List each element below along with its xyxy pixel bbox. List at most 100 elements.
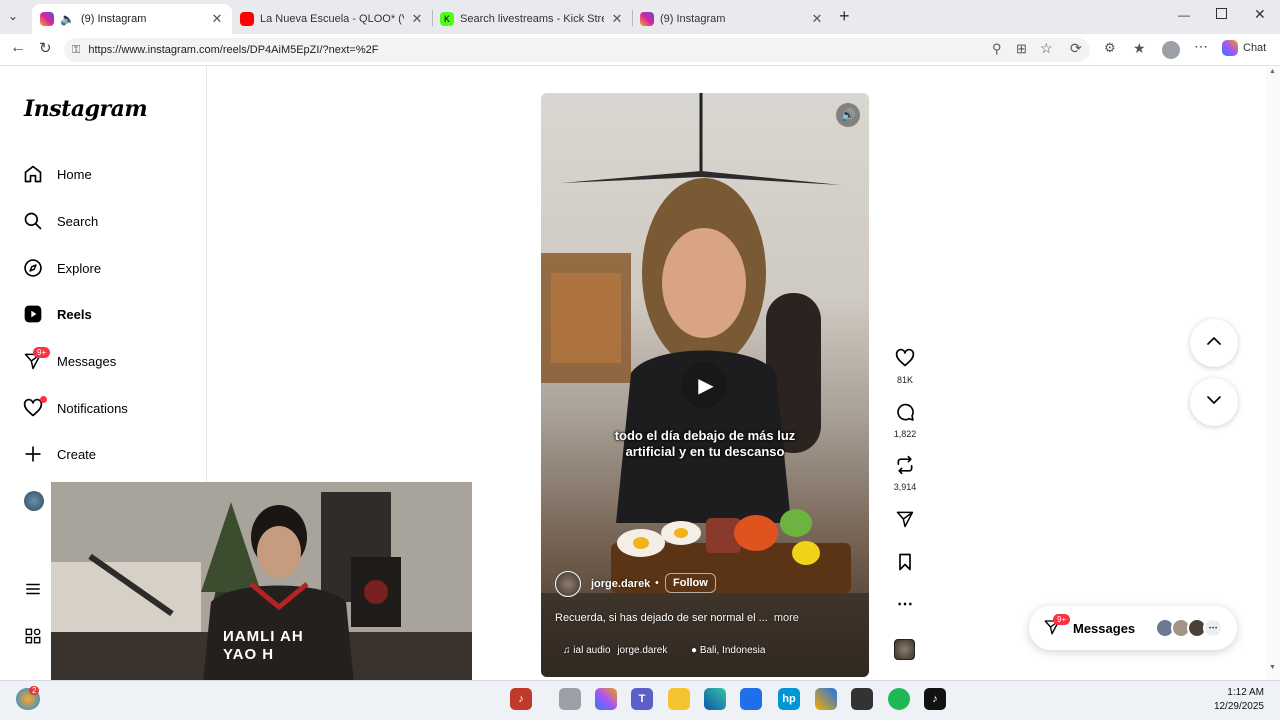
nav-item-home[interactable]: Home (22, 158, 92, 190)
copilot-icon[interactable] (595, 688, 617, 710)
location-pin-icon: ● (691, 645, 698, 656)
nav-item-explore[interactable]: Explore (22, 252, 101, 284)
edge-browser-icon[interactable] (704, 688, 726, 710)
tab-actions-chevron-icon[interactable]: ⌄ (8, 9, 18, 23)
system-clock[interactable]: 1:12 AM 12/29/2025 (1214, 686, 1264, 714)
minimize-button[interactable]: — (1178, 8, 1190, 22)
close-icon[interactable]: ✕ (210, 11, 224, 27)
repost-action[interactable]: 3,914 (890, 455, 920, 492)
copilot-chat-button[interactable]: Chat (1222, 40, 1266, 56)
nav-label: Reels (57, 306, 92, 322)
description-text: Recuerda, si has dejado de ser normal el… (555, 612, 768, 624)
chevron-down-icon (1205, 391, 1223, 414)
more-options-icon[interactable]: ⋯ (890, 594, 920, 614)
scroll-up-arrow-icon[interactable]: ▲ (1269, 68, 1276, 75)
clock-date: 12/29/2025 (1213, 701, 1264, 712)
app-icon-music[interactable]: ♪ (510, 688, 532, 710)
messages-drawer-button[interactable]: Messages ⋯ (1029, 606, 1237, 650)
repost-icon (895, 455, 915, 479)
video-caption-line-2: artificial y en tu descanso (625, 444, 785, 459)
instagram-icon (40, 12, 54, 26)
tab-label: (9) Instagram (660, 13, 726, 25)
page-scrollbar[interactable]: ▲ ▼ (1266, 66, 1280, 680)
tiktok-icon[interactable]: ♪ (924, 688, 946, 710)
scroll-down-arrow-icon[interactable]: ▼ (1269, 664, 1276, 671)
more-menu-icon[interactable]: ⋯ (1194, 38, 1208, 55)
nav-item-reels[interactable]: Reels (22, 298, 92, 330)
comment-count: 1,822 (893, 429, 917, 439)
follow-button[interactable]: Follow (665, 573, 716, 593)
close-window-button[interactable]: ✕ (1254, 6, 1266, 23)
play-icon: ▶ (698, 374, 714, 397)
file-explorer-icon[interactable] (668, 688, 690, 710)
favorite-star-icon[interactable]: ☆ (1040, 40, 1053, 57)
close-icon[interactable]: ✕ (610, 11, 624, 27)
previous-reel-button[interactable] (1190, 319, 1238, 367)
webcam-overlay: ИAMLI AH YAO H (51, 482, 472, 704)
close-icon[interactable]: ✕ (810, 11, 824, 27)
apps-icon[interactable]: ⊞ (1016, 41, 1027, 57)
author-username[interactable]: jorge.darek (591, 578, 650, 590)
maximize-button[interactable] (1216, 8, 1227, 19)
tab-label: (9) Instagram (80, 13, 147, 25)
audio-info[interactable]: ♫ ial audio jorge.darek (563, 645, 667, 656)
audio-thumbnail[interactable] (894, 639, 915, 660)
back-icon[interactable]: ← (10, 39, 26, 57)
share-icon (895, 511, 915, 533)
bookmark-icon (895, 553, 915, 576)
extensions-icon[interactable]: ⟳ (1070, 40, 1082, 57)
find-icon[interactable]: ⚲ (992, 41, 1002, 57)
play-button[interactable]: ▶ (681, 362, 727, 408)
more-link[interactable]: more (774, 612, 799, 624)
profile-avatar[interactable] (1162, 41, 1180, 59)
close-icon[interactable]: ✕ (410, 11, 424, 27)
speaker-icon[interactable]: 🔈 (60, 12, 75, 26)
plus-icon (22, 443, 44, 465)
teams-icon[interactable]: T (631, 688, 653, 710)
mute-toggle-button[interactable]: 🔊 (836, 103, 860, 127)
browser-essentials-icon[interactable]: ⚙ (1104, 40, 1116, 56)
more-menu-icon[interactable] (24, 580, 42, 603)
share-action[interactable] (890, 509, 920, 534)
next-reel-button[interactable] (1190, 378, 1238, 426)
nav-label: Messages (57, 353, 117, 369)
save-action[interactable] (890, 552, 920, 577)
tab-label: Search livestreams - Kick Streamin (460, 13, 604, 25)
browser-tab-youtube[interactable]: La Nueva Escuela - QLOO* (Video ✕ (232, 4, 432, 34)
reels-icon (22, 303, 44, 325)
site-info-icon[interactable]: ⚿ (72, 44, 80, 57)
compass-icon (22, 257, 44, 279)
webcam-scene-image (51, 482, 472, 704)
browser-tab-instagram-active[interactable]: 🔈 (9) Instagram ✕ (32, 4, 232, 34)
instagram-logo[interactable]: Instagram (24, 96, 148, 122)
author-avatar[interactable] (555, 571, 581, 597)
browser-tab-instagram[interactable]: (9) Instagram ✕ (632, 4, 832, 34)
location-info[interactable]: ● Bali, Indonesia (691, 645, 765, 656)
profile-avatar[interactable] (24, 491, 44, 511)
spotify-icon[interactable] (888, 688, 910, 710)
like-action[interactable]: 81K (890, 348, 920, 385)
youtube-icon (240, 12, 254, 26)
reel-video-player[interactable]: 🔊 ▶ todo el día debajo de más luz artifi… (541, 93, 869, 677)
comment-action[interactable]: 1,822 (890, 402, 920, 439)
chat-label: Chat (1243, 42, 1267, 54)
task-view-icon[interactable] (559, 688, 581, 710)
browser-tab-kick[interactable]: K Search livestreams - Kick Streamin ✕ (432, 4, 632, 34)
heart-icon (895, 348, 915, 372)
chatgpt-icon[interactable] (851, 688, 873, 710)
home-icon (22, 163, 44, 185)
meta-apps-icon[interactable] (24, 627, 42, 650)
nav-item-notifications[interactable]: Notifications (22, 392, 128, 424)
url-field[interactable]: ⚿ https://www.instagram.com/reels/DP4AiM… (64, 38, 1090, 62)
favorites-icon[interactable]: ★ (1133, 40, 1146, 57)
nav-item-create[interactable]: Create (22, 438, 96, 470)
chrome-canary-icon[interactable] (815, 688, 837, 710)
nav-item-search[interactable]: Search (22, 205, 98, 237)
video-caption-line-1: todo el día debajo de más luz (614, 428, 796, 443)
nav-label: Home (57, 166, 92, 182)
hp-icon[interactable]: hp (778, 688, 800, 710)
nav-label: Create (57, 446, 97, 462)
refresh-icon[interactable]: ↻ (39, 39, 52, 57)
microsoft-store-icon[interactable] (740, 688, 762, 710)
new-tab-button[interactable]: + (839, 6, 850, 27)
